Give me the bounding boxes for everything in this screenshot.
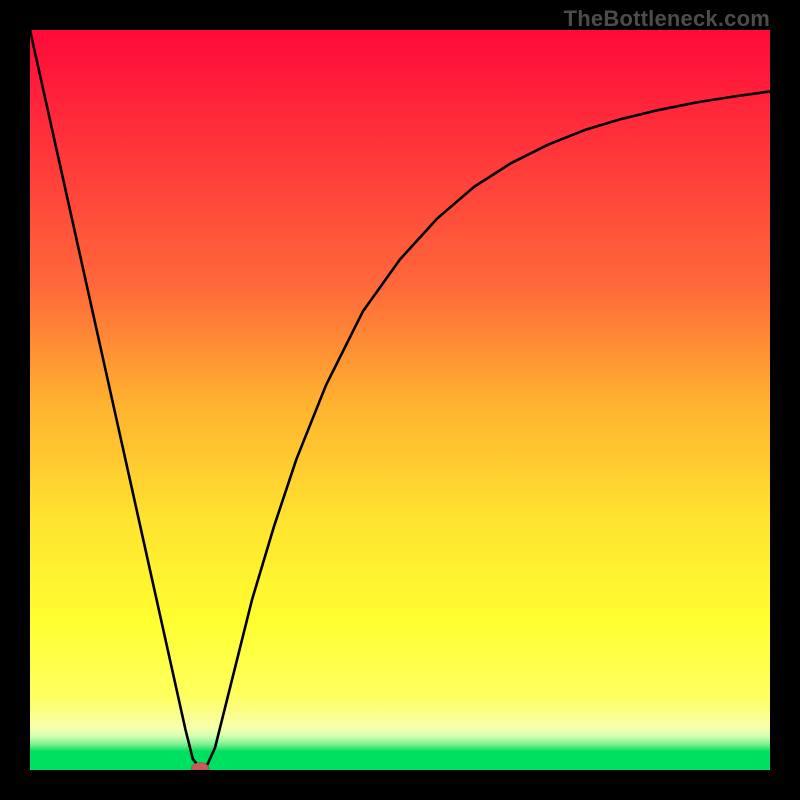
watermark-text: TheBottleneck.com bbox=[564, 6, 770, 32]
plot-area bbox=[30, 30, 770, 770]
bottleneck-chart-svg bbox=[30, 30, 770, 770]
gradient-background bbox=[30, 30, 770, 770]
chart-frame: TheBottleneck.com bbox=[0, 0, 800, 800]
